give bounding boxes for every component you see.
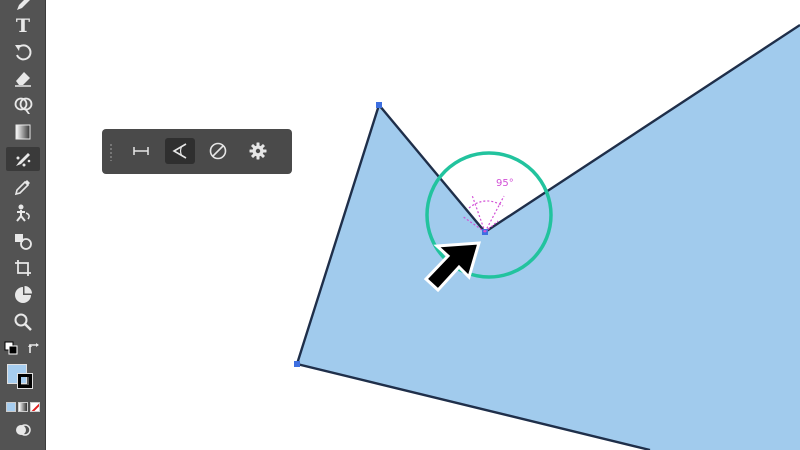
panel-grip-handle[interactable] <box>109 143 113 161</box>
measure-button[interactable] <box>126 138 156 164</box>
chart-tool[interactable] <box>6 283 40 307</box>
eraser-tool[interactable] <box>6 66 40 90</box>
live-paint-tool[interactable] <box>6 229 40 253</box>
live-paint-icon <box>15 234 32 250</box>
type-tool[interactable]: T <box>6 14 40 38</box>
pencil-icon <box>17 0 30 10</box>
color-mode-icon[interactable] <box>6 402 16 412</box>
pie-chart-icon <box>15 286 32 303</box>
magnifier-icon <box>14 313 32 331</box>
default-colors-icon[interactable] <box>4 341 20 357</box>
none-mode-icon[interactable] <box>30 402 40 412</box>
gradient-mode-icon[interactable] <box>18 402 28 412</box>
zoom-tool[interactable] <box>6 310 40 334</box>
color-mode-row <box>6 402 40 414</box>
shape-builder-tool[interactable] <box>6 93 40 117</box>
angle-readout: 95° <box>496 178 514 189</box>
angle-button[interactable] <box>165 138 195 164</box>
eyedropper-tool[interactable] <box>6 175 40 199</box>
artboard-canvas[interactable]: 95° <box>0 0 800 450</box>
measure-icon <box>133 147 149 155</box>
draw-mode-icon[interactable] <box>13 420 33 440</box>
tools-panel: T <box>0 0 46 450</box>
curvature-tool[interactable] <box>6 147 40 171</box>
rotate-icon <box>15 44 32 61</box>
angle-icon <box>172 143 187 159</box>
artboard-icon <box>15 260 31 276</box>
type-icon: T <box>15 15 31 37</box>
tool-options-panel <box>102 129 292 174</box>
anchor-point-top[interactable] <box>376 102 382 108</box>
none-button[interactable] <box>203 138 233 164</box>
eraser-icon <box>15 72 31 87</box>
anchor-point-left[interactable] <box>294 361 300 367</box>
swap-colors-icon[interactable] <box>26 341 42 357</box>
gradient-icon <box>15 124 31 140</box>
none-icon <box>209 142 227 160</box>
puppet-warp-tool[interactable] <box>6 201 40 225</box>
artboard-tool[interactable] <box>6 256 40 280</box>
curvature-icon <box>16 153 31 167</box>
eyedropper-icon <box>14 180 30 196</box>
settings-button[interactable] <box>243 138 273 164</box>
gear-icon <box>249 142 267 160</box>
stroke-color-swatch[interactable] <box>17 373 33 389</box>
rotate-tool[interactable] <box>6 40 40 64</box>
puppet-warp-icon <box>16 204 30 222</box>
gradient-tool[interactable] <box>6 120 40 144</box>
shape-builder-icon <box>14 97 33 114</box>
